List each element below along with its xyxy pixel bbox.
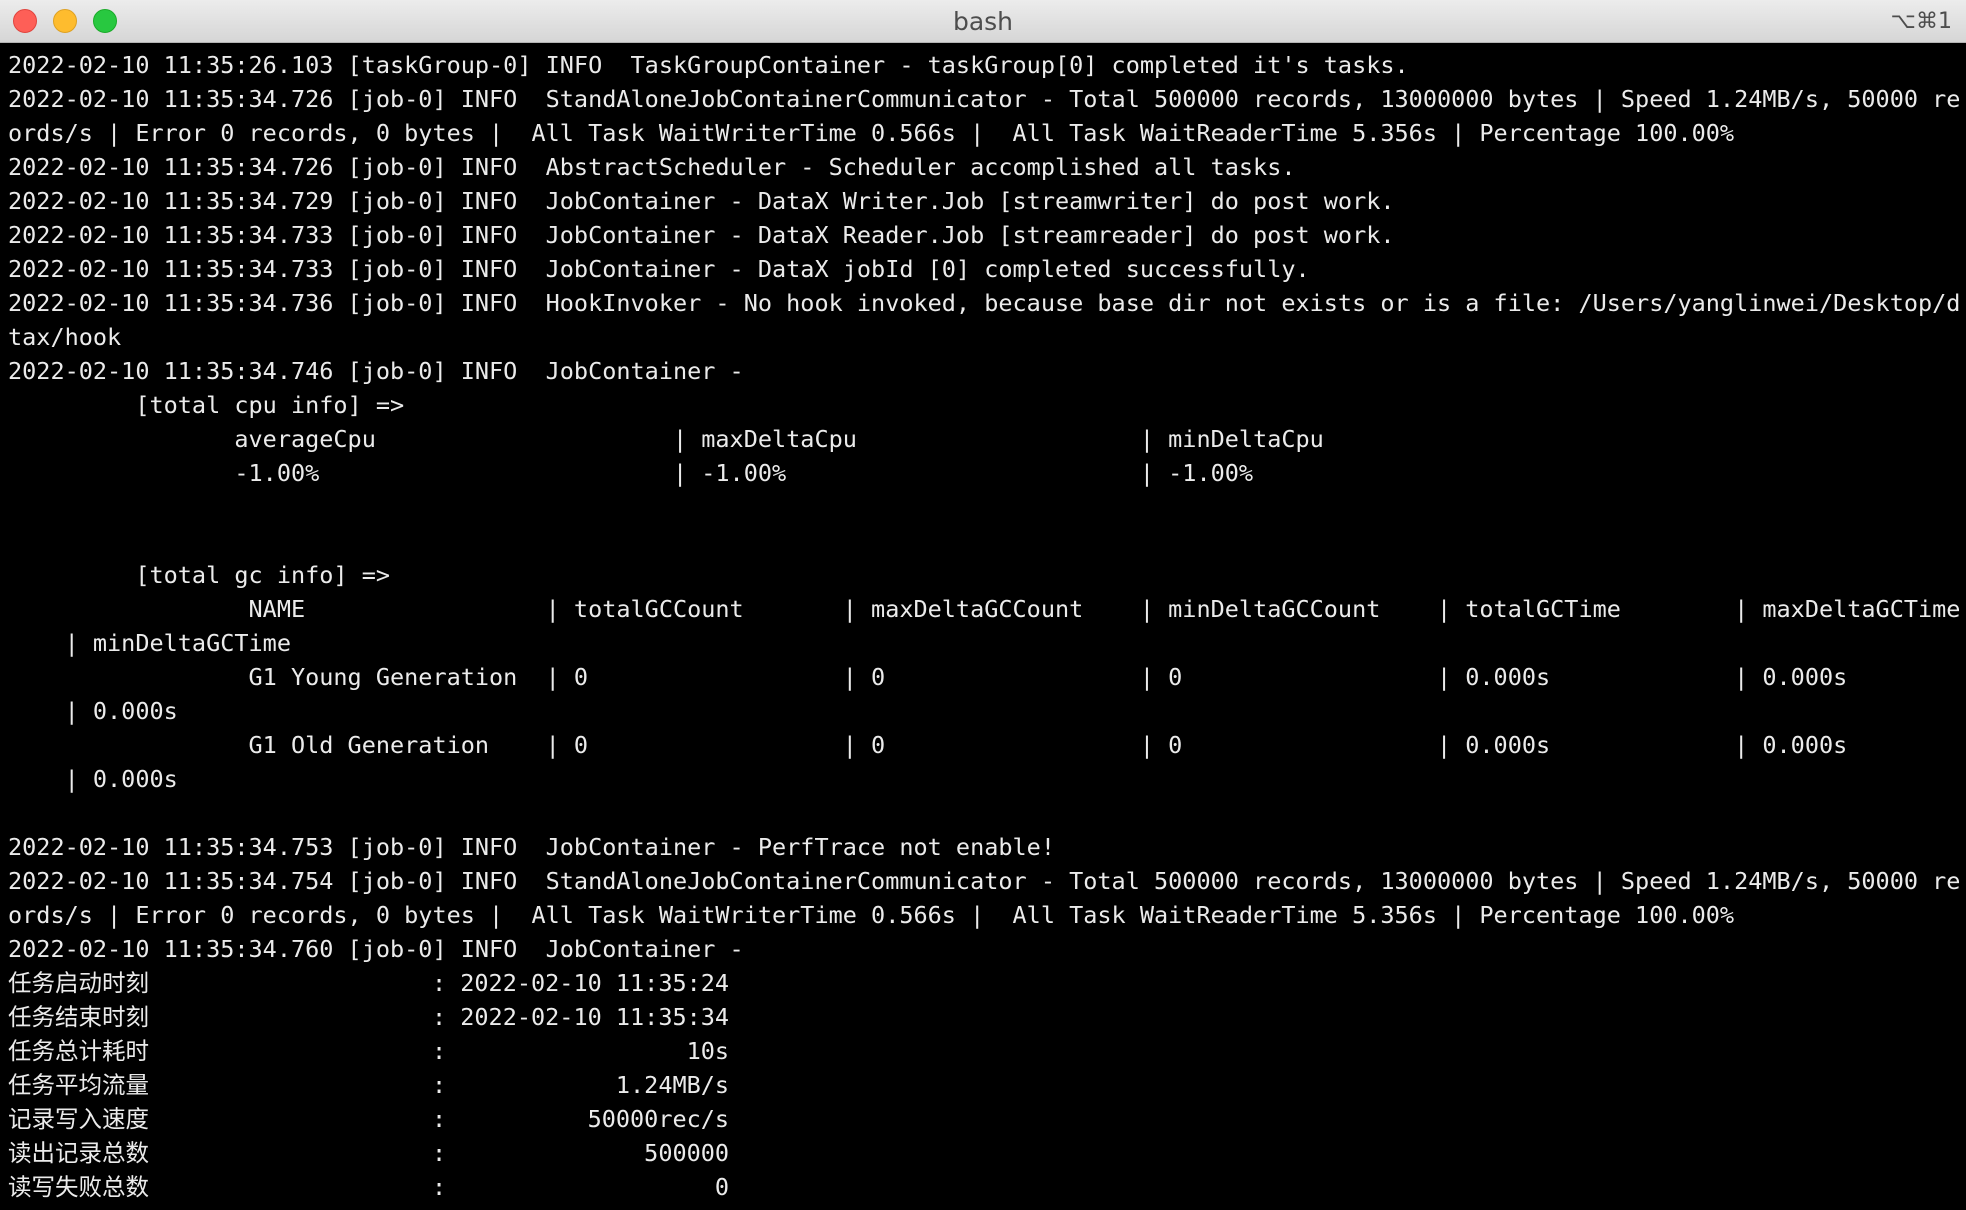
terminal-line: ords/s | Error 0 records, 0 bytes | All … [8, 119, 1735, 147]
terminal-line: 任务结束时刻 : 2022-02-10 11:35:34 [8, 1003, 730, 1031]
terminal-window: bash ⌥⌘1 2022-02-10 11:35:26.103 [taskGr… [0, 0, 1966, 1210]
terminal-line: 读写失败总数 : 0 [8, 1173, 730, 1201]
terminal-line: 记录写入速度 : 50000rec/s [8, 1105, 730, 1133]
terminal-line: 读出记录总数 : 500000 [8, 1139, 730, 1167]
terminal-line: [total gc info] => [8, 561, 391, 589]
terminal-line: | minDeltaGCTime [8, 629, 291, 657]
tab-shortcut-label: ⌥⌘1 [1890, 9, 1952, 34]
terminal-line: 2022-02-10 11:35:34.729 [job-0] INFO Job… [8, 187, 1395, 215]
terminal-line: 2022-02-10 11:35:34.726 [job-0] INFO Abs… [8, 153, 1296, 181]
terminal-line: | 0.000s [8, 697, 178, 725]
terminal-line: | 0.000s [8, 765, 178, 793]
terminal-line: 2022-02-10 11:35:34.736 [job-0] INFO Hoo… [8, 289, 1960, 317]
terminal-line: G1 Old Generation | 0 | 0 | 0 | 0.000s |… [8, 731, 1848, 759]
terminal-line: 2022-02-10 11:35:34.726 [job-0] INFO Sta… [8, 85, 1960, 113]
terminal-line: 2022-02-10 11:35:34.760 [job-0] INFO Job… [8, 935, 744, 963]
terminal-line: 任务平均流量 : 1.24MB/s [8, 1071, 730, 1099]
terminal-line: NAME | totalGCCount | maxDeltaGCCount | … [8, 595, 1960, 623]
terminal-line: [total cpu info] => [8, 391, 405, 419]
terminal-line: -1.00% | -1.00% | -1.00% [8, 459, 1254, 487]
terminal-line: 2022-02-10 11:35:34.746 [job-0] INFO Job… [8, 357, 744, 385]
window-title: bash [952, 7, 1014, 36]
terminal-line: 任务启动时刻 : 2022-02-10 11:35:24 [8, 969, 730, 997]
terminal-output[interactable]: 2022-02-10 11:35:26.103 [taskGroup-0] IN… [8, 48, 1960, 1210]
terminal-line: G1 Young Generation | 0 | 0 | 0 | 0.000s… [8, 663, 1848, 691]
terminal-line: averageCpu | maxDeltaCpu | minDeltaCpu [8, 425, 1324, 453]
title-bar[interactable]: bash ⌥⌘1 [0, 0, 1966, 43]
terminal-line: 2022-02-10 11:35:26.103 [taskGroup-0] IN… [8, 51, 1409, 79]
terminal-line: 2022-02-10 11:35:34.753 [job-0] INFO Job… [8, 833, 1055, 861]
terminal-line: 2022-02-10 11:35:34.733 [job-0] INFO Job… [8, 221, 1395, 249]
terminal-line: tax/hook [8, 323, 122, 351]
terminal-line: 2022-02-10 11:35:34.733 [job-0] INFO Job… [8, 255, 1310, 283]
terminal-line: 任务总计耗时 : 10s [8, 1037, 730, 1065]
terminal-line: 2022-02-10 11:35:34.754 [job-0] INFO Sta… [8, 867, 1960, 895]
terminal-line: ords/s | Error 0 records, 0 bytes | All … [8, 901, 1735, 929]
